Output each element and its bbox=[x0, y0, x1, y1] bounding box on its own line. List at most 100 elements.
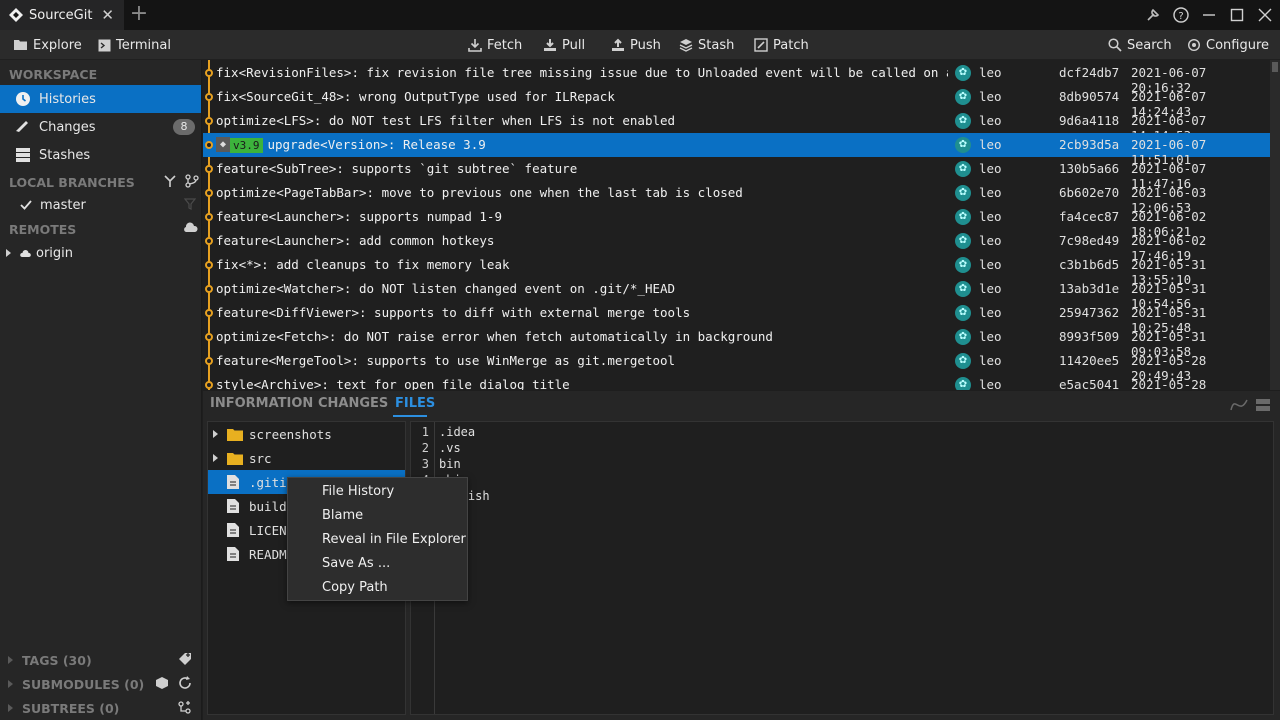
pull-icon bbox=[544, 39, 556, 51]
changes-icon bbox=[16, 121, 28, 132]
commit-author: leo bbox=[979, 161, 1002, 176]
add-remote-icon[interactable] bbox=[182, 222, 198, 234]
configure-button[interactable]: Configure bbox=[1187, 30, 1269, 60]
commit-row[interactable]: ◆ v3.9 upgrade<Version>: Release 3.9 ✿ leo 2c… bbox=[203, 133, 1270, 167]
commit-row[interactable]: feature<Launcher>: add common hotkeys ✿ le… bbox=[203, 229, 1270, 263]
author-avatar: ✿ bbox=[955, 209, 971, 225]
commit-list[interactable]: fix<RevisionFiles>: fix revision file tr… bbox=[203, 60, 1280, 390]
expand-tags-arrow-icon[interactable] bbox=[7, 655, 15, 665]
commit-message: ◆ v3.9 upgrade<Version>: Release 3.9 bbox=[216, 137, 948, 153]
layout-toggle-icon[interactable] bbox=[1255, 398, 1271, 412]
close-tab-icon[interactable]: ✕ bbox=[101, 6, 114, 24]
maximize-icon[interactable] bbox=[1227, 5, 1247, 25]
commit-tag: v3.9 bbox=[230, 138, 263, 153]
file-content-viewer[interactable]: 12345 .idea.vsbinobjpublish bbox=[410, 421, 1274, 715]
commit-author: leo bbox=[979, 305, 1002, 320]
commit-row[interactable]: feature<DiffViewer>: supports to diff wi… bbox=[203, 301, 1270, 335]
tab-changes[interactable]: CHANGES bbox=[318, 396, 388, 411]
fetch-button[interactable]: Fetch bbox=[468, 30, 522, 60]
commit-row[interactable]: optimize<PageTabBar>: move to previous o… bbox=[203, 181, 1270, 215]
subtrees-header[interactable]: SUBTREES (0) bbox=[22, 701, 119, 716]
commit-author: leo bbox=[979, 65, 1002, 80]
commit-row[interactable]: feature<SubTree>: supports `git subtree`… bbox=[203, 157, 1270, 191]
expand-submodules-arrow-icon[interactable] bbox=[7, 679, 15, 689]
app-tab[interactable]: SourceGit ✕ bbox=[0, 0, 124, 30]
commit-row[interactable]: optimize<Fetch>: do NOT raise error when… bbox=[203, 325, 1270, 359]
remote-item-origin[interactable]: origin bbox=[0, 239, 201, 267]
scroll-thumb[interactable] bbox=[1272, 62, 1278, 72]
patch-button[interactable]: Patch bbox=[754, 30, 809, 60]
sidebar: WORKSPACE Histories Changes 8 Stashes LO… bbox=[0, 60, 202, 720]
commit-message: fix<*>: add cleanups to fix memory leak bbox=[216, 257, 948, 272]
sidebar-item-changes[interactable]: Changes 8 bbox=[0, 113, 201, 141]
menu-item-file-history[interactable]: File History bbox=[322, 484, 394, 499]
add-subtree-icon[interactable] bbox=[178, 700, 192, 714]
code-line: bin bbox=[439, 457, 461, 471]
commit-message-text: optimize<LFS>: do NOT test LFS filter wh… bbox=[216, 113, 676, 128]
commit-row[interactable]: optimize<LFS>: do NOT test LFS filter wh… bbox=[203, 109, 1270, 143]
commit-message-text: fix<RevisionFiles>: fix revision file tr… bbox=[216, 65, 948, 80]
commit-row[interactable]: fix<RevisionFiles>: fix revision file tr… bbox=[203, 61, 1270, 95]
author-avatar: ✿ bbox=[955, 89, 971, 105]
terminal-label: Terminal bbox=[116, 37, 171, 53]
add-tag-icon[interactable] bbox=[178, 652, 192, 666]
explore-button[interactable]: Explore bbox=[14, 30, 82, 60]
preferences-icon[interactable] bbox=[1143, 5, 1163, 25]
refresh-icon[interactable] bbox=[178, 676, 192, 690]
commit-author: leo bbox=[979, 281, 1002, 296]
menu-item-reveal-in-explorer[interactable]: Reveal in File Explorer bbox=[322, 532, 466, 547]
patch-icon bbox=[754, 38, 768, 52]
tree-folder[interactable]: screenshots bbox=[208, 422, 405, 446]
new-branch-icon[interactable] bbox=[185, 174, 199, 188]
commit-row[interactable]: optimize<Watcher>: do NOT listen changed… bbox=[203, 277, 1270, 311]
author-avatar: ✿ bbox=[955, 353, 971, 369]
line-number: 3 bbox=[421, 457, 429, 471]
filter-icon[interactable] bbox=[184, 198, 196, 210]
commit-list-scrollbar[interactable] bbox=[1270, 60, 1280, 390]
commit-row[interactable]: feature<MergeTool>: supports to use WinM… bbox=[203, 349, 1270, 383]
branch-item-master[interactable]: master bbox=[0, 191, 201, 219]
sidebar-item-stashes[interactable]: Stashes bbox=[0, 141, 201, 169]
commit-row[interactable]: fix<SourceGit_48>: wrong OutputType used… bbox=[203, 85, 1270, 119]
changes-count-badge: 8 bbox=[173, 119, 195, 135]
graph-toggle-icon[interactable] bbox=[1230, 398, 1248, 412]
stashes-icon bbox=[16, 148, 30, 162]
line-number: 1 bbox=[421, 425, 429, 439]
help-icon[interactable]: ? bbox=[1171, 5, 1191, 25]
commit-row[interactable]: style<Archive>: text for open file dialo… bbox=[203, 373, 1270, 390]
push-icon bbox=[612, 38, 624, 51]
menu-item-save-as[interactable]: Save As ... bbox=[322, 556, 390, 571]
push-button[interactable]: Push bbox=[611, 30, 661, 60]
app-title: SourceGit bbox=[29, 7, 93, 23]
stash-button[interactable]: Stash bbox=[679, 30, 734, 60]
tab-information[interactable]: INFORMATION bbox=[210, 396, 313, 411]
terminal-button[interactable]: Terminal bbox=[98, 30, 171, 60]
tree-folder[interactable]: src bbox=[208, 446, 405, 470]
commit-sha: c3b1b6d5 bbox=[1059, 257, 1120, 272]
commit-sha: 25947362 bbox=[1059, 305, 1120, 320]
tags-header[interactable]: TAGS (30) bbox=[22, 653, 92, 668]
new-tab-button[interactable]: + bbox=[128, 3, 150, 25]
folder-icon bbox=[227, 428, 243, 441]
title-bar: SourceGit ✕ + ? bbox=[0, 0, 1280, 30]
git-flow-icon[interactable] bbox=[163, 174, 177, 188]
menu-item-blame[interactable]: Blame bbox=[322, 508, 363, 523]
search-button[interactable]: Search bbox=[1108, 30, 1172, 60]
menu-item-copy-path[interactable]: Copy Path bbox=[322, 580, 388, 595]
submodules-header[interactable]: SUBMODULES (0) bbox=[22, 677, 144, 692]
minimize-icon[interactable] bbox=[1199, 5, 1219, 25]
add-submodule-icon[interactable] bbox=[155, 676, 169, 690]
expand-subtrees-arrow-icon[interactable] bbox=[7, 703, 15, 713]
commit-message: style<Archive>: text for open file dialo… bbox=[216, 377, 948, 390]
sidebar-item-histories[interactable]: Histories bbox=[0, 85, 201, 113]
tab-files[interactable]: FILES bbox=[395, 396, 435, 411]
close-window-icon[interactable] bbox=[1255, 5, 1275, 25]
commit-row[interactable]: feature<Launcher>: supports numpad 1-9 ✿ l… bbox=[203, 205, 1270, 239]
commit-message-text: feature<Launcher>: add common hotkeys bbox=[216, 233, 495, 248]
expand-arrow-icon bbox=[213, 454, 218, 462]
commit-message: feature<SubTree>: supports `git subtree`… bbox=[216, 161, 948, 176]
commit-row[interactable]: fix<*>: add cleanups to fix memory leak ✿… bbox=[203, 253, 1270, 287]
sidebar-item-label: Stashes bbox=[39, 147, 91, 163]
branch-label: master bbox=[40, 197, 86, 213]
pull-button[interactable]: Pull bbox=[543, 30, 585, 60]
